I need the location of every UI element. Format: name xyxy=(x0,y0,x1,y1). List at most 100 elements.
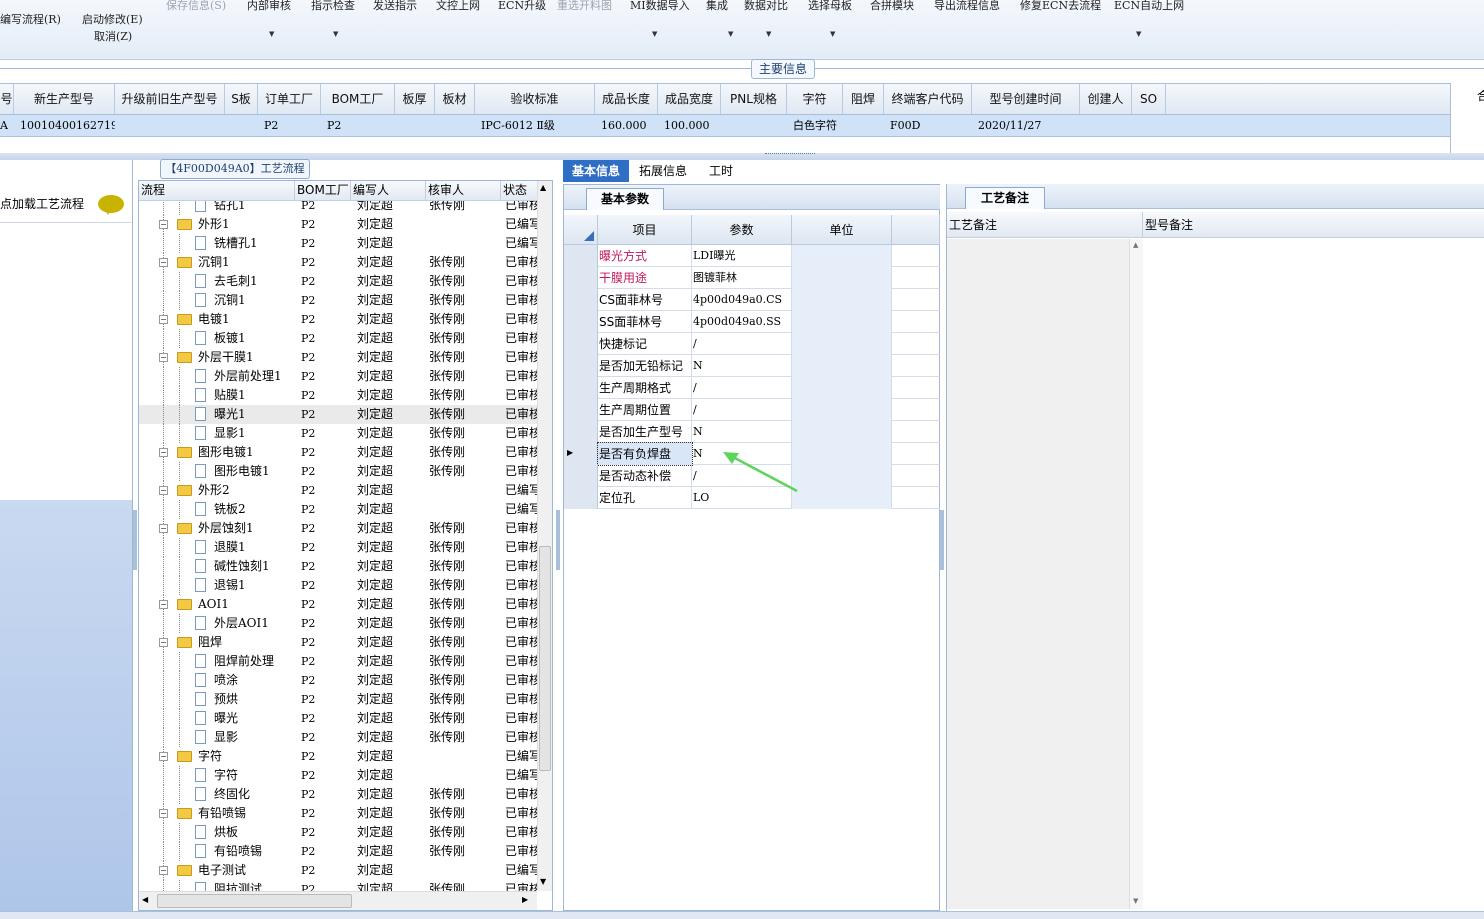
ribbon-button-1[interactable]: 内部审核 xyxy=(247,0,291,13)
tree-row[interactable]: − 图形电镀1 P2 刘定超 张传刚 已审核 xyxy=(139,443,539,462)
tab-work-hours[interactable]: 工时 xyxy=(700,160,742,182)
ribbon-button-10[interactable]: 选择母板 xyxy=(808,0,852,13)
process-tree[interactable]: 流程 BOM工厂 编写人 核审人 状态 钻孔1 P2 刘定超 张传刚 已审核 − 外形1 P2… xyxy=(138,180,553,911)
param-row[interactable]: 是否加无铅标记 N xyxy=(564,355,940,377)
main-col-8[interactable]: 验收标准 xyxy=(475,84,595,114)
col-param[interactable]: 参数 xyxy=(692,215,792,245)
tree-row[interactable]: 退膜1 P2 刘定超 张传刚 已审核 xyxy=(139,538,539,557)
main-cell-15[interactable]: 2020/11/27 xyxy=(978,115,1080,137)
param-value[interactable]: 4p00d049a0.SS xyxy=(692,311,792,333)
param-key[interactable]: 定位孔 xyxy=(598,487,692,509)
param-unit[interactable] xyxy=(792,333,892,355)
param-key[interactable]: 曝光方式 xyxy=(598,245,692,267)
row-indicator[interactable] xyxy=(564,377,598,399)
edit-flow-button[interactable]: 编写流程(R) xyxy=(0,11,61,27)
ribbon-button-7[interactable]: MI数据导入 xyxy=(630,0,690,13)
tree-vertical-thumb[interactable] xyxy=(539,546,551,771)
ribbon-button-12[interactable]: 导出流程信息 xyxy=(934,0,1000,13)
tree-row[interactable]: − 外形1 P2 刘定超 已编写 xyxy=(139,215,539,234)
col-reviewer[interactable]: 核审人 xyxy=(426,181,501,200)
param-row[interactable]: 是否加生产型号 N xyxy=(564,421,940,443)
main-cell-0[interactable]: A0 xyxy=(0,115,8,137)
tree-row[interactable]: − 有铅喷锡 P2 刘定超 张传刚 已审核 xyxy=(139,804,539,823)
main-col-3[interactable]: S板 xyxy=(225,84,258,114)
start-modify-button[interactable]: 启动修改(E) xyxy=(82,11,143,27)
col-craft-note[interactable]: 工艺备注 xyxy=(947,212,1143,238)
tree-row[interactable]: 终固化 P2 刘定超 张传刚 已审核 xyxy=(139,785,539,804)
param-row[interactable]: 快捷标记 / xyxy=(564,333,940,355)
main-col-0[interactable]: 号 xyxy=(0,84,14,114)
main-cell-2[interactable] xyxy=(121,115,225,137)
main-col-17[interactable]: SO xyxy=(1132,84,1166,114)
scroll-up-icon[interactable]: ▲ xyxy=(540,183,546,192)
tree-row[interactable]: 有铅喷锡 P2 刘定超 张传刚 已审核 xyxy=(139,842,539,861)
main-cell-13[interactable] xyxy=(849,115,884,137)
param-key[interactable]: 生产周期格式 xyxy=(598,377,692,399)
param-key[interactable]: 是否加生产型号 xyxy=(598,421,692,443)
col-status[interactable]: 状态 xyxy=(501,181,539,200)
scroll-down-icon[interactable]: ▼ xyxy=(540,877,546,886)
collapse-icon[interactable]: − xyxy=(159,448,168,457)
craft-note-scrollbar[interactable]: ▲ ▼ xyxy=(1129,239,1143,909)
main-cell-7[interactable] xyxy=(441,115,475,137)
basic-params-tab[interactable]: 基本参数 xyxy=(586,188,664,210)
param-key[interactable]: 快捷标记 xyxy=(598,333,692,355)
param-key[interactable]: CS面菲林号 xyxy=(598,289,692,311)
param-row[interactable]: SS面菲林号 4p00d049a0.SS xyxy=(564,311,940,333)
tree-row[interactable]: 退锡1 P2 刘定超 张传刚 已审核 xyxy=(139,576,539,595)
tree-row[interactable]: 曝光1 P2 刘定超 张传刚 已审核 xyxy=(139,405,539,424)
craft-notes-tab[interactable]: 工艺备注 xyxy=(965,187,1045,209)
ribbon-button-3[interactable]: 发送指示 xyxy=(373,0,417,13)
main-col-1[interactable]: 新生产型号 xyxy=(14,84,115,114)
param-unit[interactable] xyxy=(792,465,892,487)
tree-row[interactable]: 预烘 P2 刘定超 张传刚 已审核 xyxy=(139,690,539,709)
collapse-icon[interactable]: − xyxy=(159,315,168,324)
collapse-icon[interactable]: − xyxy=(159,600,168,609)
tree-row[interactable]: 去毛刺1 P2 刘定超 张传刚 已审核 xyxy=(139,272,539,291)
param-unit[interactable] xyxy=(792,267,892,289)
tab-basic-info[interactable]: 基本信息 xyxy=(563,160,629,182)
tree-row[interactable]: 字符 P2 刘定超 已编写 xyxy=(139,766,539,785)
tree-row[interactable]: 图形电镀1 P2 刘定超 张传刚 已审核 xyxy=(139,462,539,481)
param-row[interactable]: CS面菲林号 4p00d049a0.CS xyxy=(564,289,940,311)
param-value[interactable]: / xyxy=(692,333,792,355)
ribbon-button-11[interactable]: 合拼模块 xyxy=(870,0,914,13)
param-value[interactable]: / xyxy=(692,399,792,421)
tree-row[interactable]: 贴膜1 P2 刘定超 张传刚 已审核 xyxy=(139,386,539,405)
cancel-button[interactable]: 取消(Z) xyxy=(94,28,132,44)
main-col-15[interactable]: 型号创建时间 xyxy=(972,84,1080,114)
param-unit[interactable] xyxy=(792,355,892,377)
param-key[interactable]: 是否动态补偿 xyxy=(598,465,692,487)
row-indicator[interactable] xyxy=(564,465,598,487)
tree-row[interactable]: − 外层干膜1 P2 刘定超 张传刚 已审核 xyxy=(139,348,539,367)
param-unit[interactable] xyxy=(792,487,892,509)
tree-row[interactable]: − 电镀1 P2 刘定超 张传刚 已审核 xyxy=(139,310,539,329)
collapse-icon[interactable]: − xyxy=(159,524,168,533)
col-process[interactable]: 流程 xyxy=(139,181,295,200)
param-key[interactable]: 是否有负焊盘 xyxy=(597,442,693,466)
row-indicator[interactable] xyxy=(564,399,598,421)
ribbon-button-5[interactable]: ECN升级 xyxy=(498,0,546,13)
main-cell-12[interactable]: 白色字符 xyxy=(793,115,843,137)
main-cell-14[interactable]: F00D xyxy=(890,115,972,137)
row-indicator[interactable] xyxy=(564,487,598,509)
tree-row[interactable]: 显影 P2 刘定超 张传刚 已审核 xyxy=(139,728,539,747)
main-cell-4[interactable]: P2 xyxy=(264,115,321,137)
main-cell-5[interactable]: P2 xyxy=(327,115,395,137)
row-indicator[interactable] xyxy=(564,421,598,443)
center-splitter-grip[interactable] xyxy=(556,510,560,570)
collapse-icon[interactable]: − xyxy=(159,752,168,761)
main-col-11[interactable]: PNL规格 xyxy=(721,84,787,114)
tree-row[interactable]: 铣槽孔1 P2 刘定超 已编写 xyxy=(139,234,539,253)
param-unit[interactable] xyxy=(792,399,892,421)
ribbon-button-4[interactable]: 文控上网 xyxy=(436,0,480,13)
collapse-icon[interactable]: − xyxy=(159,486,168,495)
tree-row[interactable]: 烘板 P2 刘定超 张传刚 已审核 xyxy=(139,823,539,842)
tree-row[interactable]: 阻抗测试 P2 刘定超 张传刚 已审核 xyxy=(139,880,539,891)
ribbon-button-14[interactable]: ECN自动上网 xyxy=(1114,0,1184,13)
main-col-7[interactable]: 板材 xyxy=(435,84,475,114)
row-indicator[interactable] xyxy=(564,245,598,267)
tree-row[interactable]: − 电子测试 P2 刘定超 已编写 xyxy=(139,861,539,880)
row-indicator[interactable] xyxy=(564,333,598,355)
main-col-9[interactable]: 成品长度 xyxy=(595,84,658,114)
